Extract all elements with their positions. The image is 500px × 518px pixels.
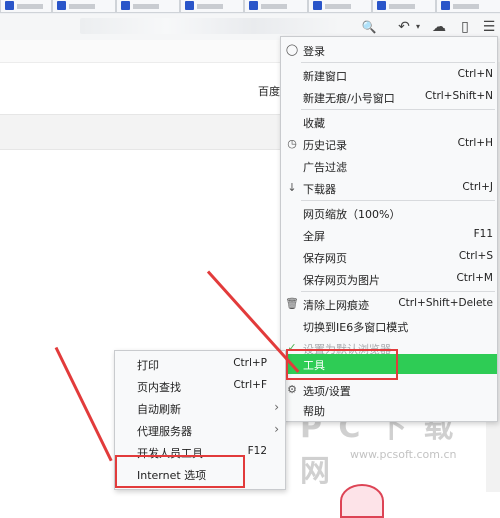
tab-favicon (121, 1, 130, 10)
submenu-item-shortcut: Ctrl+P (233, 357, 267, 369)
menu-item-label: 广告过滤 (303, 161, 347, 174)
search-icon[interactable]: 🔍 (360, 17, 378, 37)
menu-item-label: 新建窗口 (303, 70, 347, 83)
tab-title-blurred (17, 4, 43, 9)
cloud-icon[interactable]: ☁ (428, 17, 450, 37)
menu-item-label: 新建无痕/小号窗口 (303, 92, 395, 105)
menu-item-shortcut: Ctrl+J (462, 181, 493, 193)
annotation-arrow (54, 346, 113, 462)
menu-separator (301, 62, 495, 63)
browser-tab[interactable] (436, 0, 500, 13)
menu-item-label: 清除上网痕迹 (303, 299, 369, 312)
browser-tab[interactable] (308, 0, 372, 13)
submenu-item-label: 打印 (137, 359, 159, 372)
menu-item-fullscreen[interactable]: 全屏 F11 (281, 225, 497, 245)
menu-item-favorites[interactable]: 收藏 (281, 112, 497, 132)
browser-tab[interactable] (372, 0, 436, 13)
tab-favicon (185, 1, 194, 10)
submenu-item-print[interactable]: 打印 Ctrl+P (115, 354, 285, 374)
annotation-highlight-box (286, 349, 398, 380)
menu-item-options[interactable]: ⚙ 选项/设置 (281, 380, 497, 400)
menu-item-downloads[interactable]: ↓ 下载器 Ctrl+J (281, 178, 497, 198)
tab-title-blurred (453, 4, 479, 9)
tab-title-blurred (389, 4, 415, 9)
annotation-highlight-box (115, 455, 245, 488)
clock-icon: ◷ (287, 137, 297, 150)
menu-item-label: 选项/设置 (303, 385, 351, 398)
menu-item-save-page[interactable]: 保存网页 Ctrl+S (281, 247, 497, 267)
menu-item-shortcut: Ctrl+M (456, 272, 493, 284)
submenu-item-label: 自动刷新 (137, 403, 181, 416)
menu-item-history[interactable]: ◷ 历史记录 Ctrl+H (281, 134, 497, 154)
menu-item-shortcut: Ctrl+Shift+N (425, 90, 493, 102)
menu-item-label: 下载器 (303, 183, 336, 196)
menu-item-save-as-image[interactable]: 保存网页为图片 Ctrl+M (281, 269, 497, 289)
submenu-item-label: 页内查找 (137, 381, 181, 394)
tab-favicon (377, 1, 386, 10)
address-bar[interactable] (80, 18, 340, 34)
menu-item-shortcut: F11 (473, 228, 493, 240)
browser-tab[interactable] (0, 0, 52, 13)
undo-icon[interactable]: ↶ (393, 17, 415, 37)
menu-item-clear-traces[interactable]: 🗑 清除上网痕迹 Ctrl+Shift+Delete (281, 294, 497, 314)
submenu-item-label: 代理服务器 (137, 425, 192, 438)
menu-item-label: 登录 (303, 45, 325, 58)
menu-item-shortcut: Ctrl+S (458, 250, 493, 262)
mascot-decoration (340, 484, 384, 518)
menu-item-new-window[interactable]: 新建窗口 Ctrl+N (281, 65, 497, 85)
menu-item-adblock[interactable]: 广告过滤 (281, 156, 497, 176)
menu-item-label: 帮助 (303, 405, 325, 418)
page-text: 百度 (258, 85, 280, 98)
menu-item-label: 切换到IE6多窗口模式 (303, 321, 409, 334)
gear-icon: ⚙ (287, 383, 297, 396)
tab-favicon (5, 1, 14, 10)
tab-favicon (441, 1, 450, 10)
chevron-right-icon: › (274, 400, 279, 414)
submenu-item-shortcut: F12 (247, 445, 267, 457)
menu-item-shortcut: Ctrl+Shift+Delete (398, 297, 493, 309)
menu-item-shortcut: Ctrl+H (457, 137, 493, 149)
watermark-url: www.pcsoft.com.cn (350, 448, 457, 461)
menu-item-ie6-mode[interactable]: 切换到IE6多窗口模式 (281, 316, 497, 336)
menu-item-label: 全屏 (303, 230, 325, 243)
chevron-right-icon: › (274, 422, 279, 436)
menu-item-zoom[interactable]: 网页缩放（100%） (281, 203, 497, 223)
menu-item-new-private-window[interactable]: 新建无痕/小号窗口 Ctrl+Shift+N (281, 87, 497, 107)
download-arrow-icon: ↓ (287, 181, 297, 194)
browser-tab[interactable] (52, 0, 116, 13)
browser-tab[interactable] (116, 0, 180, 13)
trash-icon: 🗑 (285, 297, 299, 310)
tab-title-blurred (133, 4, 159, 9)
browser-tab[interactable] (180, 0, 244, 13)
phone-icon[interactable]: ▯ (456, 17, 474, 37)
tab-title-blurred (261, 4, 287, 9)
user-icon: ◯ (285, 43, 299, 56)
menu-separator (301, 200, 495, 201)
tab-title-blurred (69, 4, 95, 9)
menu-item-label: 网页缩放（100%） (303, 208, 401, 221)
menu-item-login[interactable]: ◯ 登录 (281, 40, 497, 60)
browser-tab[interactable] (244, 0, 308, 13)
submenu-item-proxy[interactable]: 代理服务器 › (115, 420, 285, 440)
tab-title-blurred (197, 4, 223, 9)
menu-separator (301, 109, 495, 110)
tab-favicon (313, 1, 322, 10)
tab-favicon (249, 1, 258, 10)
tab-strip (0, 0, 500, 15)
tab-favicon (57, 1, 66, 10)
submenu-item-find-in-page[interactable]: 页内查找 Ctrl+F (115, 376, 285, 396)
menu-item-label: 历史记录 (303, 139, 347, 152)
menu-item-label: 保存网页 (303, 252, 347, 265)
submenu-item-shortcut: Ctrl+F (233, 379, 267, 391)
menu-item-label: 收藏 (303, 117, 325, 130)
menu-separator (301, 291, 495, 292)
menu-item-help[interactable]: 帮助 (281, 400, 497, 420)
tab-title-blurred (325, 4, 351, 9)
menu-icon[interactable]: ☰ (480, 17, 498, 37)
submenu-item-auto-refresh[interactable]: 自动刷新 › (115, 398, 285, 418)
menu-item-label: 保存网页为图片 (303, 274, 380, 287)
menu-item-shortcut: Ctrl+N (457, 68, 493, 80)
chevron-down-icon[interactable]: ▾ (413, 17, 423, 37)
